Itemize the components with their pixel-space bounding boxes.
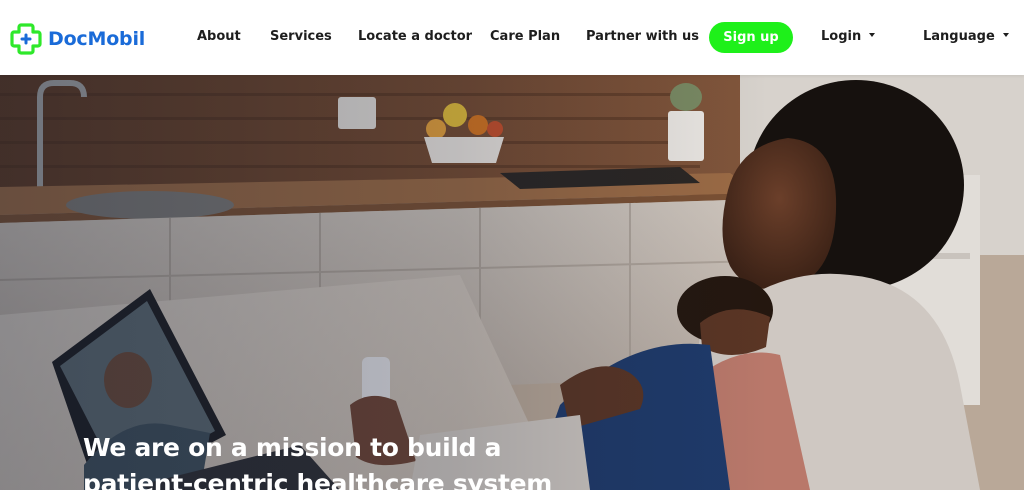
hero-section: We are on a mission to build a patient-c… xyxy=(0,75,1024,490)
hero-overlay xyxy=(0,75,1024,490)
nav-partner[interactable]: Partner with us xyxy=(586,29,699,45)
language-dropdown[interactable]: Language xyxy=(923,29,1009,45)
login-label: Login xyxy=(821,29,862,44)
nav-locate-doctor[interactable]: Locate a doctor xyxy=(358,29,472,45)
hero-heading: We are on a mission to build a patient-c… xyxy=(83,430,703,490)
brand-name: DocMobil xyxy=(48,28,146,50)
caret-down-icon xyxy=(869,32,876,37)
hero-heading-line-2: patient-centric healthcare system xyxy=(83,469,553,490)
hero-heading-line-1: We are on a mission to build a xyxy=(83,433,502,462)
caret-down-icon xyxy=(1002,32,1009,37)
medical-cross-icon xyxy=(10,23,42,55)
signup-button[interactable]: Sign up xyxy=(709,22,793,53)
nav-care-plan[interactable]: Care Plan xyxy=(490,29,560,45)
brand-logo-link[interactable]: DocMobil xyxy=(9,22,145,56)
nav-about[interactable]: About xyxy=(197,29,241,45)
nav-services[interactable]: Services xyxy=(270,29,332,45)
top-navbar: DocMobil About Services Locate a doctor … xyxy=(0,0,1024,75)
language-label: Language xyxy=(923,29,995,44)
login-dropdown[interactable]: Login xyxy=(821,29,876,45)
